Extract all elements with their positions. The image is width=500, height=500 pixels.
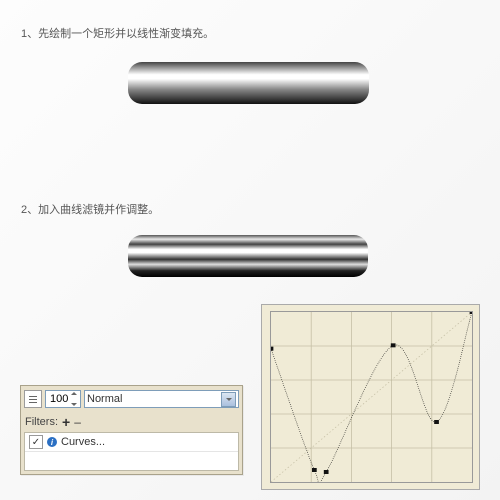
info-icon[interactable]: i	[47, 437, 57, 447]
curves-plot-area[interactable]	[270, 311, 473, 483]
panel-menu-icon[interactable]	[24, 390, 42, 408]
gradient-bar-after	[128, 235, 368, 277]
curves-dialog	[261, 304, 480, 490]
filters-list: ✓ i Curves...	[24, 432, 239, 471]
curve-point[interactable]	[470, 312, 472, 314]
list-item	[25, 452, 238, 470]
opacity-input[interactable]	[48, 392, 70, 406]
filters-toolbar: Filters: + –	[21, 412, 242, 432]
filter-checkbox[interactable]: ✓	[29, 435, 43, 449]
curve-point[interactable]	[391, 343, 396, 347]
curve-point[interactable]	[271, 347, 273, 351]
dropdown-icon[interactable]	[221, 392, 236, 407]
step-1-text: 1、先绘制一个矩形并以线性渐变填充。	[21, 25, 214, 41]
blend-mode-label: Normal	[87, 393, 122, 405]
chevron-up-icon[interactable]	[71, 392, 77, 395]
filter-name: Curves...	[61, 436, 105, 448]
filter-item-curves[interactable]: ✓ i Curves...	[25, 433, 238, 452]
filters-label: Filters:	[25, 416, 58, 428]
step-2-text: 2、加入曲线滤镜并作调整。	[21, 201, 159, 217]
filters-panel: Normal Filters: + – ✓ i Curves...	[20, 385, 243, 475]
blend-mode-select[interactable]: Normal	[84, 390, 239, 408]
curve-point[interactable]	[434, 420, 439, 424]
curve-point[interactable]	[312, 468, 317, 472]
add-filter-button[interactable]: +	[62, 417, 70, 427]
remove-filter-button[interactable]: –	[74, 415, 81, 429]
gradient-bar-before	[128, 62, 369, 104]
curve-point[interactable]	[324, 470, 329, 474]
opacity-stepper[interactable]	[45, 390, 81, 408]
curves-diagonal	[271, 312, 472, 482]
filters-panel-header: Normal	[21, 386, 242, 412]
chevron-down-icon[interactable]	[71, 403, 77, 406]
